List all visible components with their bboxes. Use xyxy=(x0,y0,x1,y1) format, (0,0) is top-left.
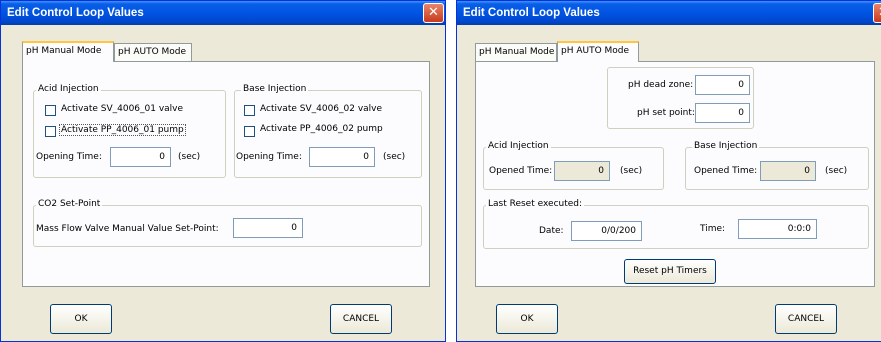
title-bar[interactable]: Edit Control Loop Values xyxy=(457,1,881,25)
cancel-button[interactable]: CANCEL xyxy=(330,304,392,334)
pp-4006-02-label: Activate PP_4006_02 pump xyxy=(260,124,383,134)
base-injection-group: Base Injection Opened Time: 0 (sec) xyxy=(685,141,869,190)
base-injection-label: Base Injection xyxy=(692,141,760,151)
cancel-button[interactable]: CANCEL xyxy=(775,304,837,334)
ok-button[interactable]: OK xyxy=(496,304,558,334)
acid-opening-time-unit: (sec) xyxy=(178,152,201,162)
ph-set-points-box: pH dead zone: 0 pH set point: 0 xyxy=(607,67,754,129)
tab-ph-manual-mode[interactable]: pH Manual Mode xyxy=(22,41,114,62)
ok-button[interactable]: OK xyxy=(50,304,112,334)
reset-date-label: Date: xyxy=(539,226,564,236)
tab-panel: Acid Injection Activate SV_4006_01 valve… xyxy=(22,61,430,287)
acid-opened-time-unit: (sec) xyxy=(620,166,643,176)
last-reset-label: Last Reset executed: xyxy=(486,199,585,209)
close-icon[interactable]: ✕ xyxy=(423,3,444,23)
ph-set-point-input[interactable]: 0 xyxy=(695,103,750,123)
tab-panel: pH dead zone: 0 pH set point: 0 Acid Inj… xyxy=(475,61,875,287)
acid-opened-time-field: 0 xyxy=(554,161,610,181)
last-reset-group: Last Reset executed: Date: 0/0/200 Time:… xyxy=(483,199,869,249)
dialog-right: Edit Control Loop Values ✕ pH Manual Mod… xyxy=(456,0,881,342)
acid-opening-time-input[interactable]: 0 xyxy=(110,147,171,167)
acid-opened-time-label: Opened Time: xyxy=(489,166,553,176)
base-injection-label: Base Injection xyxy=(241,84,309,94)
base-opening-time-label: Opening Time: xyxy=(236,152,302,162)
ph-set-point-label: pH set point: xyxy=(637,108,695,118)
mass-flow-set-point-label: Mass Flow Valve Manual Value Set-Point: xyxy=(36,224,219,234)
mass-flow-set-point-input[interactable]: 0 xyxy=(233,218,303,238)
ph-dead-zone-label: pH dead zone: xyxy=(628,80,694,90)
co2-set-point-label: CO2 Set-Point xyxy=(36,199,103,209)
base-opened-time-field: 0 xyxy=(760,161,816,181)
acid-injection-label: Acid Injection xyxy=(36,84,101,94)
tab-ph-auto-mode[interactable]: pH AUTO Mode xyxy=(557,41,639,62)
acid-injection-label: Acid Injection xyxy=(486,141,551,151)
dialog-left: Edit Control Loop Values ✕ pH Manual Mod… xyxy=(0,0,446,342)
acid-opening-time-label: Opening Time: xyxy=(36,152,102,162)
tab-ph-auto-mode[interactable]: pH AUTO Mode xyxy=(114,43,192,61)
sv-4006-02-checkbox[interactable] xyxy=(244,105,255,116)
reset-date-input[interactable]: 0/0/200 xyxy=(571,221,642,241)
ph-dead-zone-input[interactable]: 0 xyxy=(695,75,750,95)
close-icon[interactable]: ✕ xyxy=(873,3,881,23)
acid-injection-group: Acid Injection Opened Time: 0 (sec) xyxy=(483,141,664,190)
reset-time-label: Time: xyxy=(700,224,726,234)
window-title: Edit Control Loop Values xyxy=(7,7,144,19)
base-injection-group: Base Injection Activate SV_4006_02 valve… xyxy=(234,84,422,178)
acid-injection-group: Acid Injection Activate SV_4006_01 valve… xyxy=(33,84,226,178)
base-opened-time-label: Opened Time: xyxy=(694,166,758,176)
title-bar[interactable]: Edit Control Loop Values xyxy=(1,1,445,25)
reset-time-input[interactable]: 0:0:0 xyxy=(738,219,817,239)
base-opened-time-unit: (sec) xyxy=(825,166,848,176)
base-opening-time-input[interactable]: 0 xyxy=(309,147,375,167)
pp-4006-01-label: Activate PP_4006_01 pump xyxy=(59,124,186,136)
tab-ph-manual-mode[interactable]: pH Manual Mode xyxy=(475,43,557,61)
sv-4006-01-label: Activate SV_4006_01 valve xyxy=(61,104,184,114)
sv-4006-01-checkbox[interactable] xyxy=(45,105,56,116)
window-title: Edit Control Loop Values xyxy=(463,7,600,19)
base-opening-time-unit: (sec) xyxy=(383,152,406,162)
sv-4006-02-label: Activate SV_4006_02 valve xyxy=(260,104,383,114)
pp-4006-01-checkbox[interactable] xyxy=(45,126,56,137)
co2-set-point-group: CO2 Set-Point Mass Flow Valve Manual Val… xyxy=(33,199,422,247)
reset-ph-timers-button[interactable]: Reset pH Timers xyxy=(624,259,716,284)
pp-4006-02-checkbox[interactable] xyxy=(244,126,255,137)
